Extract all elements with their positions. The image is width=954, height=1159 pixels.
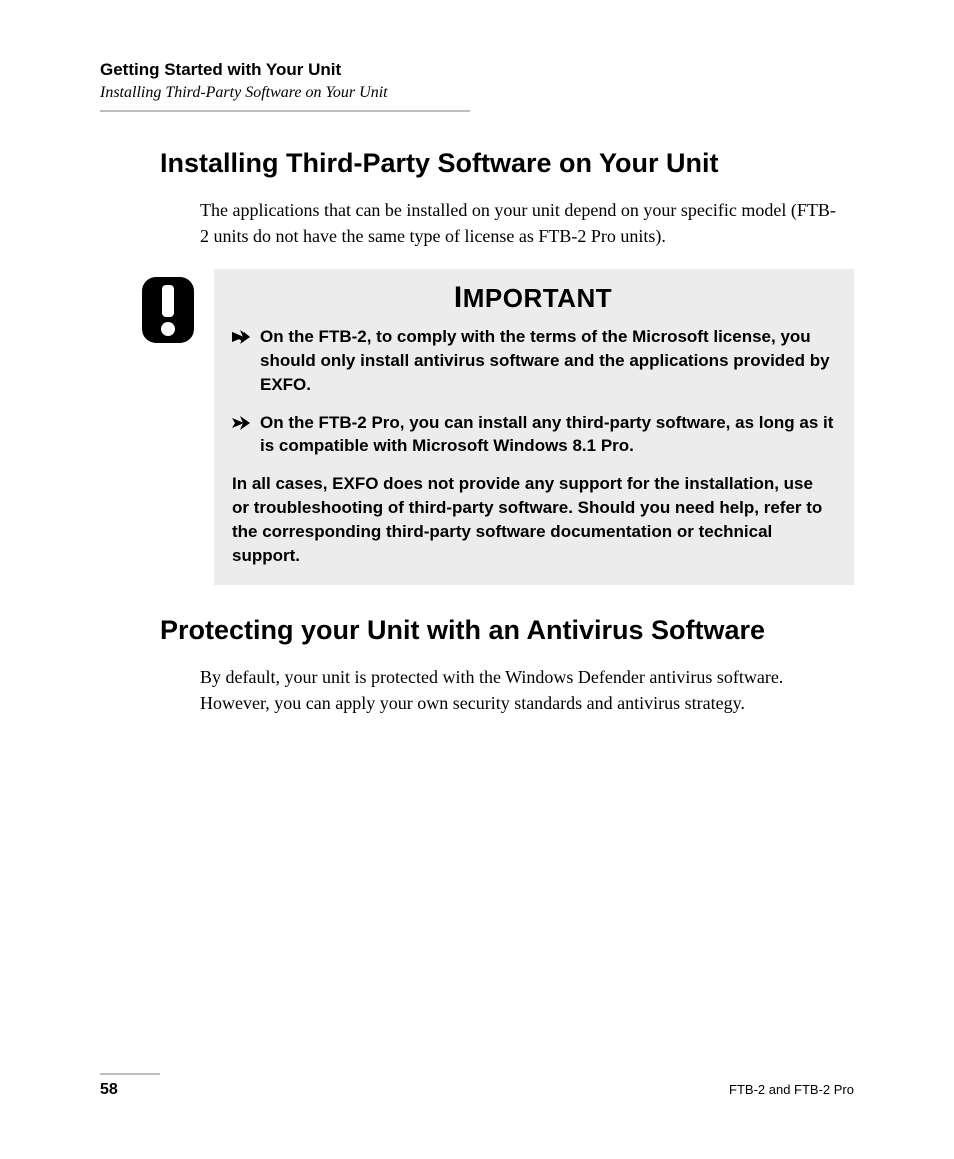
- running-subtitle: Installing Third-Party Software on Your …: [100, 84, 854, 102]
- important-list-item: On the FTB-2 Pro, you can install any th…: [232, 411, 834, 459]
- important-list: On the FTB-2, to comply with the terms o…: [232, 325, 834, 458]
- important-item-text: On the FTB-2, to comply with the terms o…: [260, 325, 834, 396]
- section-heading-antivirus: Protecting your Unit with an Antivirus S…: [160, 615, 854, 646]
- important-title-first: I: [454, 281, 463, 314]
- important-footer-text: In all cases, EXFO does not provide any …: [232, 472, 834, 567]
- doc-id: FTB-2 and FTB-2 Pro: [729, 1082, 854, 1097]
- footer-rule: [100, 1073, 160, 1075]
- running-header: Getting Started with Your Unit Installin…: [100, 60, 854, 112]
- page-number: 58: [100, 1081, 118, 1099]
- page-footer: 58 FTB-2 and FTB-2 Pro: [100, 1073, 854, 1099]
- footer-line: 58 FTB-2 and FTB-2 Pro: [100, 1081, 854, 1099]
- arrow-icon: [232, 416, 250, 430]
- important-title: IMPORTANT: [232, 281, 834, 315]
- important-list-item: On the FTB-2, to comply with the terms o…: [232, 325, 834, 396]
- important-title-rest: MPORTANT: [463, 283, 612, 313]
- important-icon: [140, 275, 196, 345]
- running-title: Getting Started with Your Unit: [100, 60, 854, 80]
- important-callout: IMPORTANT On the FTB-2, to comply with t…: [140, 269, 854, 585]
- document-page: Getting Started with Your Unit Installin…: [0, 0, 954, 1159]
- header-rule: [100, 110, 470, 112]
- section-paragraph-antivirus: By default, your unit is protected with …: [200, 664, 840, 716]
- arrow-icon: [232, 330, 250, 344]
- section-heading-installing: Installing Third-Party Software on Your …: [160, 148, 854, 179]
- section-paragraph-installing: The applications that can be installed o…: [200, 197, 840, 249]
- important-callout-box: IMPORTANT On the FTB-2, to comply with t…: [214, 269, 854, 585]
- important-item-text: On the FTB-2 Pro, you can install any th…: [260, 411, 834, 459]
